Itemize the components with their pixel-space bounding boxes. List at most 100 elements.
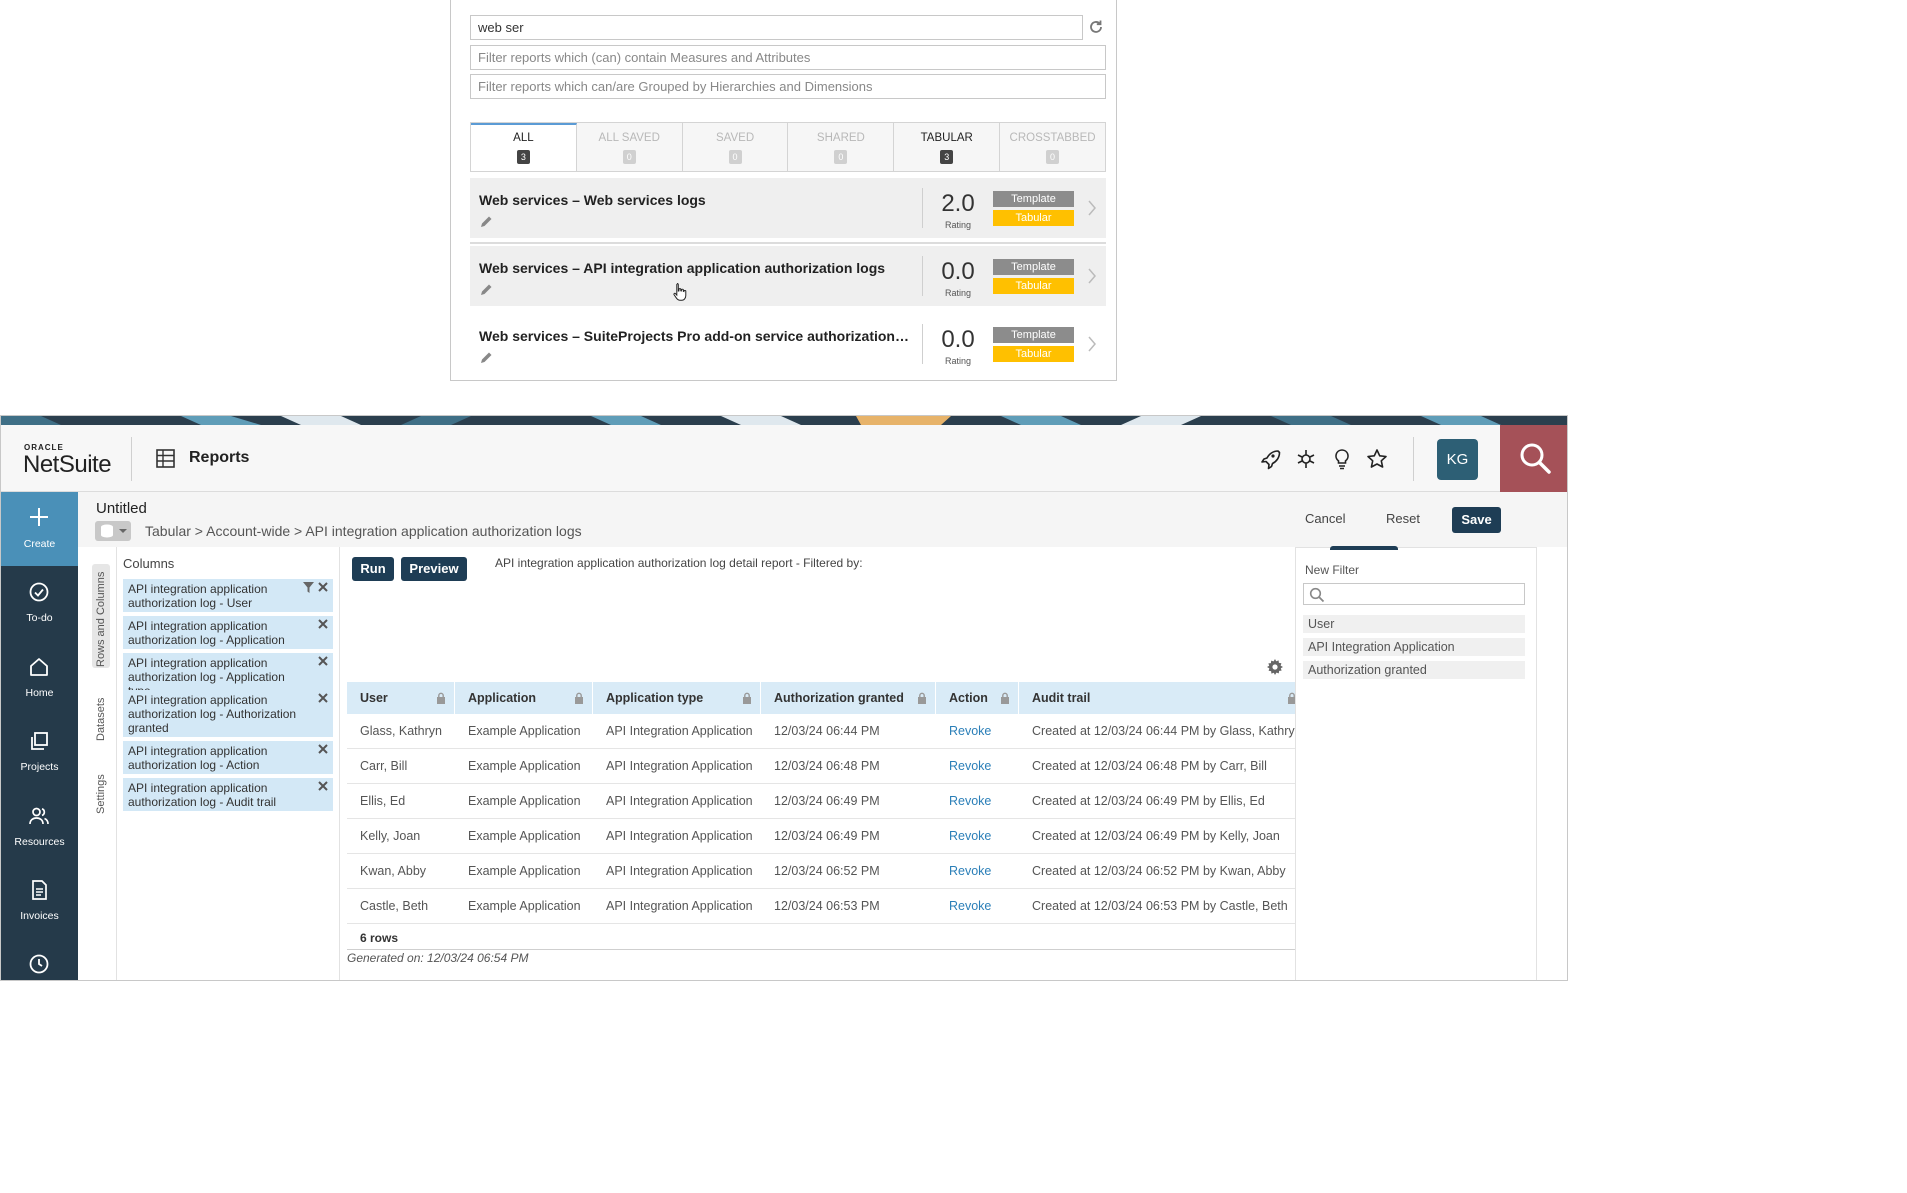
cancel-button[interactable]: Cancel (1305, 511, 1345, 526)
gear-icon[interactable] (1267, 659, 1283, 675)
column-header-label: Audit trail (1032, 691, 1091, 705)
chevron-right-icon[interactable] (1086, 267, 1098, 285)
tab-crosstabbed[interactable]: CROSSTABBED 0 (1000, 123, 1105, 171)
rating-value: 2.0 (941, 190, 975, 217)
report-name[interactable]: Untitled (96, 500, 147, 517)
column-header-authorization-granted[interactable]: Authorization granted (761, 682, 936, 714)
pencil-icon[interactable] (479, 351, 493, 365)
revoke-link[interactable]: Revoke (936, 854, 991, 889)
template-badge: Template (993, 327, 1074, 343)
column-chip-label: API integration application authorizatio… (128, 781, 277, 809)
column-header-action[interactable]: Action (936, 682, 1019, 714)
helm-network-icon[interactable] (1295, 448, 1317, 470)
report-result-title: Web services – SuiteProjects Pro add-on … (479, 328, 909, 344)
revoke-link[interactable]: Revoke (936, 889, 991, 924)
builder-vertical-tabs: Rows and Columns Datasets Settings (78, 547, 117, 980)
chevron-right-icon[interactable] (1086, 335, 1098, 353)
nav-resources[interactable]: Resources (1, 790, 78, 864)
rating-value: 0.0 (941, 326, 975, 353)
report-result-item[interactable]: Web services – Web services logs 2.0 Rat… (470, 178, 1106, 238)
grouped-filter-input[interactable]: Filter reports which can/are Grouped by … (470, 74, 1106, 99)
column-chip[interactable]: API integration application authorizatio… (123, 690, 333, 737)
cell-application-type: API Integration Application (606, 794, 753, 808)
close-icon[interactable] (318, 744, 328, 754)
divider (922, 256, 923, 296)
table-row: Glass, Kathryn Example Application API I… (347, 714, 1302, 749)
tab-rows-and-columns[interactable]: Rows and Columns (95, 572, 107, 667)
revoke-link[interactable]: Revoke (936, 749, 991, 784)
view-type-dropdown[interactable] (95, 521, 131, 541)
user-avatar[interactable]: KG (1437, 439, 1478, 480)
column-chip-label: API integration application authorizatio… (128, 619, 285, 647)
revoke-link[interactable]: Revoke (936, 819, 991, 854)
column-header-application[interactable]: Application (455, 682, 593, 714)
tab-label: ALL (513, 132, 534, 144)
cell-user: Ellis, Ed (360, 794, 406, 808)
report-result-item[interactable]: Web services – SuiteProjects Pro add-on … (470, 314, 1106, 374)
decorative-banner (1, 416, 1567, 425)
revoke-link[interactable]: Revoke (936, 784, 991, 819)
nav-create[interactable]: Create (1, 492, 78, 566)
nav-time[interactable] (1, 938, 78, 980)
chevron-right-icon[interactable] (1086, 199, 1098, 217)
column-header-audit-trail[interactable]: Audit trail (1019, 682, 1296, 714)
cell-application-type: API Integration Application (606, 829, 753, 843)
report-search-input[interactable]: web ser (470, 15, 1083, 40)
reset-button[interactable]: Reset (1386, 511, 1420, 526)
column-chip[interactable]: API integration application authorizatio… (123, 579, 333, 612)
close-icon[interactable] (318, 656, 328, 666)
column-chip[interactable]: API integration application authorizatio… (123, 616, 333, 649)
nav-todo[interactable]: To-do (1, 566, 78, 640)
close-icon[interactable] (318, 582, 328, 592)
column-header-application-type[interactable]: Application type (593, 682, 761, 714)
column-chip[interactable]: API integration application authorizatio… (123, 741, 333, 774)
close-icon[interactable] (318, 693, 328, 703)
hand-cursor-icon (673, 283, 687, 301)
column-header-user[interactable]: User (347, 682, 455, 714)
revoke-link[interactable]: Revoke (936, 714, 991, 749)
report-title-bar: Untitled Tabular > Account-wide > API in… (78, 492, 1567, 547)
save-button[interactable]: Save (1452, 507, 1501, 533)
result-divider (470, 242, 1106, 244)
rocket-icon[interactable] (1259, 448, 1281, 470)
nav-home[interactable]: Home (1, 641, 78, 715)
filter-option-authorization-granted[interactable]: Authorization granted (1303, 661, 1525, 679)
pencil-icon[interactable] (479, 283, 493, 297)
filter-panel-title: New Filter (1305, 563, 1360, 577)
close-icon[interactable] (318, 619, 328, 629)
global-search-button[interactable] (1500, 425, 1567, 492)
netsuite-logo[interactable]: NetSuite (23, 451, 112, 479)
refresh-icon[interactable] (1088, 19, 1104, 35)
column-chip[interactable]: API integration application authorizatio… (123, 778, 333, 811)
cell-application: Example Application (468, 899, 581, 913)
star-icon[interactable] (1366, 448, 1388, 470)
cell-application-type: API Integration Application (606, 864, 753, 878)
report-result-item[interactable]: Web services – API integration applicati… (470, 246, 1106, 306)
tab-settings[interactable]: Settings (95, 774, 107, 814)
row-count: 6 rows (360, 931, 399, 945)
run-button[interactable]: Run (352, 557, 394, 581)
cell-application: Example Application (468, 829, 581, 843)
tab-all-saved[interactable]: ALL SAVED 0 (576, 123, 683, 171)
close-icon[interactable] (318, 781, 328, 791)
measures-filter-input[interactable]: Filter reports which (can) contain Measu… (470, 45, 1106, 70)
filter-option-api-integration-application[interactable]: API Integration Application (1303, 638, 1525, 656)
cell-application: Example Application (468, 724, 581, 738)
tab-label: CROSSTABBED (1009, 132, 1096, 144)
tab-all[interactable]: ALL 3 (471, 123, 577, 171)
tab-tabular[interactable]: TABULAR 3 (894, 123, 1001, 171)
preview-button[interactable]: Preview (401, 557, 467, 581)
lightbulb-icon[interactable] (1331, 448, 1353, 470)
filter-search-input[interactable] (1303, 583, 1525, 605)
nav-projects[interactable]: Projects (1, 715, 78, 789)
nav-invoices[interactable]: Invoices (1, 864, 78, 938)
tab-shared[interactable]: SHARED 0 (788, 123, 895, 171)
table-row: Kelly, Joan Example Application API Inte… (347, 819, 1295, 854)
filter-icon[interactable] (303, 582, 314, 593)
divider (922, 324, 923, 364)
template-badge: Template (993, 191, 1074, 207)
tab-datasets[interactable]: Datasets (95, 698, 107, 741)
pencil-icon[interactable] (479, 215, 493, 229)
filter-option-user[interactable]: User (1303, 615, 1525, 633)
tab-saved[interactable]: SAVED 0 (682, 123, 789, 171)
